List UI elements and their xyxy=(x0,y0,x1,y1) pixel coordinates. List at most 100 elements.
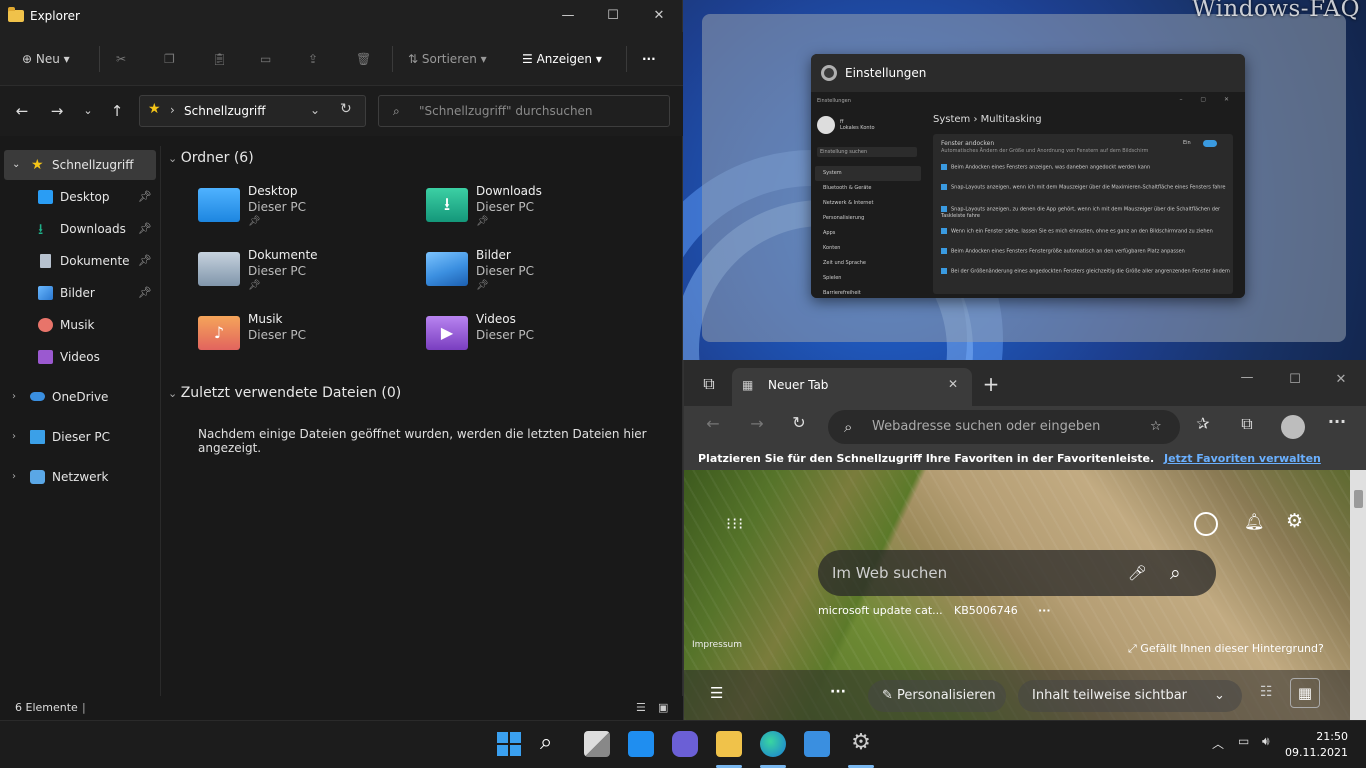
refresh-icon[interactable]: ↻ xyxy=(340,101,352,117)
tab-new-tab[interactable]: ▦ Neuer Tab ✕ xyxy=(732,368,972,406)
settings-window-thumbnail[interactable]: Einstellungen Einstellungen – ▢ ✕ ff Lok… xyxy=(811,54,1245,298)
folder-tile-music[interactable]: ♪ Musik Dieser PC xyxy=(198,310,408,366)
new-button[interactable]: ⊕ Neu ▾ xyxy=(22,44,70,74)
forward-arrow-icon[interactable]: → xyxy=(746,414,768,433)
up-arrow-icon[interactable]: ↑ xyxy=(105,98,129,124)
status-bar: 6 Elemente | ☰ ▣ xyxy=(0,696,683,720)
page-settings-gear-icon[interactable]: ⚙ xyxy=(1286,510,1303,532)
copy-icon[interactable]: ❐ xyxy=(164,44,175,74)
sidebar-item-downloads[interactable]: ⭳ Downloads 📌︎ xyxy=(4,214,156,244)
folder-tile-downloads[interactable]: ⭳ Downloads Dieser PC 📌︎ xyxy=(426,182,636,238)
widgets-icon[interactable] xyxy=(628,731,654,757)
tab-actions-icon[interactable]: ⧉ xyxy=(698,374,720,394)
sidebar-item-documents[interactable]: Dokumente 📌︎ xyxy=(4,246,156,276)
show-hidden-icons-chevron-icon[interactable]: ︿ xyxy=(1212,735,1224,752)
maximize-button[interactable]: ☐ xyxy=(1284,372,1306,387)
scrollbar-thumb[interactable] xyxy=(1354,490,1363,508)
microphone-icon[interactable]: 🎤︎ xyxy=(1128,550,1147,596)
chevron-right-icon[interactable]: › xyxy=(12,422,16,452)
notifications-bell-icon[interactable]: 🔔︎ xyxy=(1244,512,1264,531)
settings-gear-icon xyxy=(821,65,837,81)
network-icon[interactable]: ▭ xyxy=(1238,734,1249,748)
volume-icon[interactable]: 🔊︎ xyxy=(1262,734,1270,749)
chevron-down-icon[interactable]: ⌄ xyxy=(12,150,20,180)
vertical-scrollbar[interactable] xyxy=(1350,470,1366,720)
back-arrow-icon[interactable]: ← xyxy=(702,414,724,433)
search-icon[interactable]: ⌕ xyxy=(1170,550,1181,596)
collections-icon[interactable]: ⧉ xyxy=(1236,414,1258,434)
close-button[interactable]: ✕ xyxy=(1330,372,1352,387)
recent-chevron-icon[interactable]: ⌄ xyxy=(76,98,100,124)
sidebar-item-music[interactable]: Musik xyxy=(4,310,156,340)
start-windows-icon[interactable] xyxy=(496,731,522,757)
sidebar-item-quick-access[interactable]: ⌄ ★ Schnellzugriff xyxy=(4,150,156,180)
refresh-icon[interactable]: ↻ xyxy=(788,413,810,432)
tiles-view-icon[interactable]: ▣ xyxy=(658,696,668,720)
search-icon[interactable]: ⌕ xyxy=(540,731,566,757)
task-view-icon[interactable] xyxy=(584,731,610,757)
chevron-right-icon[interactable]: › xyxy=(12,382,16,412)
add-favorite-icon[interactable]: ☆ xyxy=(1150,410,1162,444)
close-button[interactable]: ✕ xyxy=(636,0,682,32)
new-label: Neu xyxy=(35,52,60,66)
manage-favorites-link[interactable]: Jetzt Favoriten verwalten xyxy=(1164,452,1321,465)
sidebar-item-pictures[interactable]: Bilder 📌︎ xyxy=(4,278,156,308)
rewards-icon[interactable] xyxy=(1194,512,1218,536)
sidebar-item-this-pc[interactable]: › Dieser PC xyxy=(4,422,156,452)
list-layout-icon[interactable]: ☷ xyxy=(1260,684,1273,700)
details-view-icon[interactable]: ☰ xyxy=(636,696,646,720)
maximize-button[interactable]: ☐ xyxy=(590,0,636,32)
quick-link[interactable]: KB5006746 xyxy=(954,604,1018,617)
quick-link[interactable]: microsoft update cat... xyxy=(818,604,943,617)
sidebar-item-desktop[interactable]: Desktop 📌︎ xyxy=(4,182,156,212)
forward-arrow-icon[interactable]: → xyxy=(45,98,69,124)
sidebar-item-network[interactable]: › Netzwerk xyxy=(4,462,156,492)
microsoft-store-icon[interactable] xyxy=(804,731,830,757)
paste-icon[interactable]: 📋︎ xyxy=(212,44,227,74)
sidebar-item-onedrive[interactable]: › OneDrive xyxy=(4,382,156,412)
imprint-link[interactable]: Impressum xyxy=(692,640,742,650)
search-input[interactable]: ⌕ "Schnellzugriff" durchsuchen xyxy=(378,95,670,127)
close-tab-icon[interactable]: ✕ xyxy=(948,377,958,391)
app-launcher-icon[interactable]: ⁝⁝⁝ xyxy=(726,514,744,533)
edge-browser-icon[interactable] xyxy=(760,731,786,757)
profile-avatar[interactable] xyxy=(1281,415,1305,439)
more-button[interactable]: ··· xyxy=(642,44,656,74)
minimize-button[interactable]: — xyxy=(1236,370,1258,385)
teams-chat-icon[interactable] xyxy=(672,731,698,757)
settings-gear-icon[interactable]: ⚙ xyxy=(848,731,874,757)
settings-more-icon[interactable]: ··· xyxy=(1326,412,1348,431)
web-search-input[interactable]: Im Web suchen 🎤︎ ⌕ xyxy=(818,550,1216,596)
cut-icon[interactable]: ✂ xyxy=(116,44,126,74)
chevron-down-icon[interactable]: ⌄ xyxy=(310,103,320,117)
folder-tile-documents[interactable]: Dokumente Dieser PC 📌︎ xyxy=(198,246,408,302)
delete-icon[interactable]: 🗑︎ xyxy=(356,44,371,74)
minimize-button[interactable]: — xyxy=(545,0,591,32)
back-arrow-icon[interactable]: ← xyxy=(10,98,34,124)
new-tab-button[interactable]: + xyxy=(980,372,1002,396)
menu-icon[interactable]: ☰ xyxy=(710,684,723,702)
recent-files-header[interactable]: ⌄ Zuletzt verwendete Dateien (0) xyxy=(168,385,401,401)
content-visibility-select[interactable]: Inhalt teilweise sichtbar ⌄ xyxy=(1018,680,1242,712)
folder-tile-pictures[interactable]: Bilder Dieser PC 📌︎ xyxy=(426,246,636,302)
folders-header[interactable]: ⌄ Ordner (6) xyxy=(168,150,254,166)
system-clock[interactable]: 21:50 09.11.2021 xyxy=(1285,729,1348,761)
folder-tile-videos[interactable]: ▶ Videos Dieser PC xyxy=(426,310,636,366)
more-options-icon[interactable]: ··· xyxy=(830,684,846,700)
view-button[interactable]: ☰ Anzeigen ▾ xyxy=(522,44,602,74)
share-icon[interactable]: ⇪ xyxy=(308,44,318,74)
favorites-icon[interactable]: ✰ xyxy=(1192,414,1214,433)
like-background-link[interactable]: ⤢ Gefällt Ihnen dieser Hintergrund? xyxy=(1128,642,1324,656)
grid-layout-icon[interactable]: ▦ xyxy=(1290,678,1320,708)
folder-tile-desktop[interactable]: Desktop Dieser PC 📌︎ xyxy=(198,182,408,238)
sort-button[interactable]: ⇅ Sortieren ▾ xyxy=(408,44,487,74)
personalize-button[interactable]: ✎ Personalisieren xyxy=(868,680,1006,712)
address-bar[interactable]: ⌕ Webadresse suchen oder eingeben ☆ xyxy=(828,410,1180,444)
more-links-icon[interactable]: ··· xyxy=(1038,604,1051,617)
rename-icon[interactable]: ▭ xyxy=(260,44,271,74)
file-explorer-icon[interactable] xyxy=(716,731,742,757)
sidebar-item-videos[interactable]: Videos xyxy=(4,342,156,372)
pin-icon: 📌︎ xyxy=(476,216,489,227)
chevron-right-icon[interactable]: › xyxy=(12,462,16,492)
address-bar[interactable]: ★ › Schnellzugriff ⌄ ↻ xyxy=(139,95,366,127)
